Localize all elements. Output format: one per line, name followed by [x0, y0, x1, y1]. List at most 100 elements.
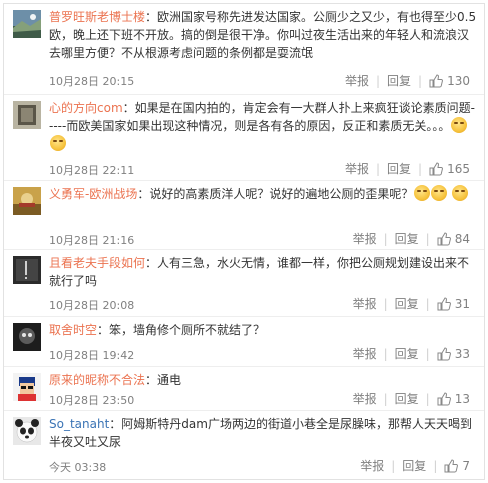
like-button[interactable]: 33 — [437, 347, 470, 361]
avatar[interactable] — [13, 323, 41, 351]
like-count: 13 — [454, 391, 470, 406]
like-count: 31 — [454, 296, 470, 311]
like-count: 33 — [454, 346, 470, 361]
face-emoji-icon — [431, 185, 448, 201]
comment-text: 原来的昵称不合法：通电 — [49, 371, 477, 389]
reply-button[interactable]: 回复 — [395, 295, 419, 312]
comment-text: 义勇军-欧洲战场：说好的高素质洋人呢？说好的遍地公厕的歪果呢？ — [49, 185, 477, 203]
comment-actions: 举报 | 回复 | 165 — [345, 160, 470, 177]
avatar[interactable] — [13, 256, 41, 284]
comment-text: 心的方向com：如果是在国内拍的，肯定会有一大群人扑上来疯狂谈论素质问题----… — [49, 99, 477, 153]
face-emoji-icon — [452, 185, 469, 201]
report-button[interactable]: 举报 — [345, 160, 369, 177]
thumbs-up-icon — [429, 73, 444, 87]
divider: | — [383, 346, 388, 361]
comment-item: 原来的昵称不合法：通电 10月28日 23:50 举报 | 回复 | 13 — [4, 367, 484, 411]
divider: | — [425, 296, 430, 311]
username-link[interactable]: 义勇军-欧洲战场 — [49, 187, 137, 201]
like-count: 7 — [462, 458, 470, 473]
face-emoji-icon — [50, 135, 66, 151]
thumbs-up-icon — [437, 231, 451, 245]
username-link[interactable]: 普罗旺斯老博士楼 — [49, 10, 145, 24]
comment-item: 普罗旺斯老博士楼：欧洲国家号称先进发达国家。公厕少之又少，有也得至少0.5欧，晚… — [4, 4, 484, 95]
face-emoji-icon — [451, 117, 468, 133]
divider: | — [375, 161, 381, 176]
like-count: 84 — [454, 231, 470, 246]
like-button[interactable]: 84 — [437, 232, 470, 246]
divider: | — [383, 391, 388, 406]
thumbs-up-icon — [437, 296, 451, 310]
comment-actions: 举报 | 回复 | 33 — [353, 345, 470, 362]
reply-button[interactable]: 回复 — [395, 390, 419, 407]
thumbs-up-icon — [444, 458, 459, 472]
face-emoji-icon — [414, 185, 431, 201]
comment-text: 取舍时空：笨，墙角修个厕所不就结了？ — [49, 321, 477, 339]
reply-button[interactable]: 回复 — [402, 457, 426, 474]
comment-actions: 举报 | 回复 | 7 — [360, 457, 470, 474]
divider: | — [375, 73, 381, 88]
divider: | — [383, 296, 388, 311]
comment-actions: 举报 | 回复 | 31 — [353, 295, 470, 312]
comment-item: So_tanaht：阿姆斯特丹dam广场两边的街道小巷全是尿臊味，那帮人天天喝到… — [4, 411, 484, 479]
divider: | — [425, 231, 430, 246]
report-button[interactable]: 举报 — [353, 390, 377, 407]
like-button[interactable]: 7 — [444, 459, 470, 473]
comment-actions: 举报 | 回复 | 130 — [345, 72, 470, 89]
timestamp: 10月28日 21:16 — [49, 234, 135, 247]
timestamp: 10月28日 20:08 — [49, 299, 135, 312]
avatar[interactable] — [13, 10, 41, 38]
comment-item: 且看老夫手段如何：人有三急，水火无情，谁都一样，你把公厕规划建设出来不就行了吗 … — [4, 250, 484, 317]
divider: | — [383, 231, 388, 246]
like-button[interactable]: 165 — [429, 162, 470, 176]
username-link[interactable]: 心的方向com — [49, 101, 123, 115]
report-button[interactable]: 举报 — [353, 345, 377, 362]
like-button[interactable]: 13 — [437, 392, 470, 406]
comment-item: 义勇军-欧洲战场：说好的高素质洋人呢？说好的遍地公厕的歪果呢？ 10月28日 2… — [4, 181, 484, 250]
divider: | — [391, 458, 396, 473]
thumbs-up-icon — [437, 346, 451, 360]
avatar[interactable] — [13, 101, 41, 129]
timestamp: 10月28日 19:42 — [49, 349, 135, 362]
avatar[interactable] — [13, 373, 41, 401]
comment-list: 普罗旺斯老博士楼：欧洲国家号称先进发达国家。公厕少之又少，有也得至少0.5欧，晚… — [3, 3, 485, 480]
comment-actions: 举报 | 回复 | 13 — [353, 390, 470, 407]
timestamp: 10月28日 23:50 — [49, 394, 135, 407]
reply-button[interactable]: 回复 — [395, 230, 419, 247]
like-button[interactable]: 130 — [429, 74, 470, 88]
username-link[interactable]: 原来的昵称不合法 — [49, 373, 145, 387]
username-link[interactable]: 且看老夫手段如何 — [49, 256, 145, 270]
like-count: 130 — [447, 73, 470, 88]
reply-button[interactable]: 回复 — [395, 345, 419, 362]
thumbs-up-icon — [437, 391, 451, 405]
comment-text: 普罗旺斯老博士楼：欧洲国家号称先进发达国家。公厕少之又少，有也得至少0.5欧，晚… — [49, 8, 477, 62]
username-link[interactable]: So_tanaht — [49, 417, 109, 431]
report-button[interactable]: 举报 — [360, 457, 384, 474]
reply-button[interactable]: 回复 — [387, 72, 411, 89]
divider: | — [418, 73, 423, 88]
comment-body: ：通电 — [145, 373, 182, 387]
like-button[interactable]: 31 — [437, 297, 470, 311]
divider: | — [425, 346, 430, 361]
timestamp: 10月28日 22:11 — [49, 164, 135, 177]
avatar[interactable] — [13, 187, 41, 215]
comment-actions: 举报 | 回复 | 84 — [353, 230, 470, 247]
report-button[interactable]: 举报 — [353, 295, 377, 312]
reply-button[interactable]: 回复 — [387, 160, 411, 177]
report-button[interactable]: 举报 — [353, 230, 377, 247]
divider: | — [425, 391, 430, 406]
comment-body: ：阿姆斯特丹dam广场两边的街道小巷全是尿臊味，那帮人天天喝到半夜又吐又尿 — [49, 417, 472, 449]
comment-text: So_tanaht：阿姆斯特丹dam广场两边的街道小巷全是尿臊味，那帮人天天喝到… — [49, 415, 477, 451]
comment-body: ：说好的高素质洋人呢？说好的遍地公厕的歪果呢？ — [137, 187, 414, 201]
divider: | — [433, 458, 438, 473]
username-link[interactable]: 取舍时空 — [49, 323, 97, 337]
comment-text: 且看老夫手段如何：人有三急，水火无情，谁都一样，你把公厕规划建设出来不就行了吗 — [49, 254, 477, 290]
avatar[interactable] — [13, 417, 41, 445]
thumbs-up-icon — [429, 161, 444, 175]
comment-item: 心的方向com：如果是在国内拍的，肯定会有一大群人扑上来疯狂谈论素质问题----… — [4, 95, 484, 181]
timestamp: 10月28日 20:15 — [49, 75, 135, 88]
report-button[interactable]: 举报 — [345, 72, 369, 89]
timestamp: 今天 03:38 — [49, 461, 107, 474]
comment-item: 取舍时空：笨，墙角修个厕所不就结了？ 10月28日 19:42 举报 | 回复 … — [4, 317, 484, 367]
like-count: 165 — [447, 161, 470, 176]
divider: | — [418, 161, 423, 176]
